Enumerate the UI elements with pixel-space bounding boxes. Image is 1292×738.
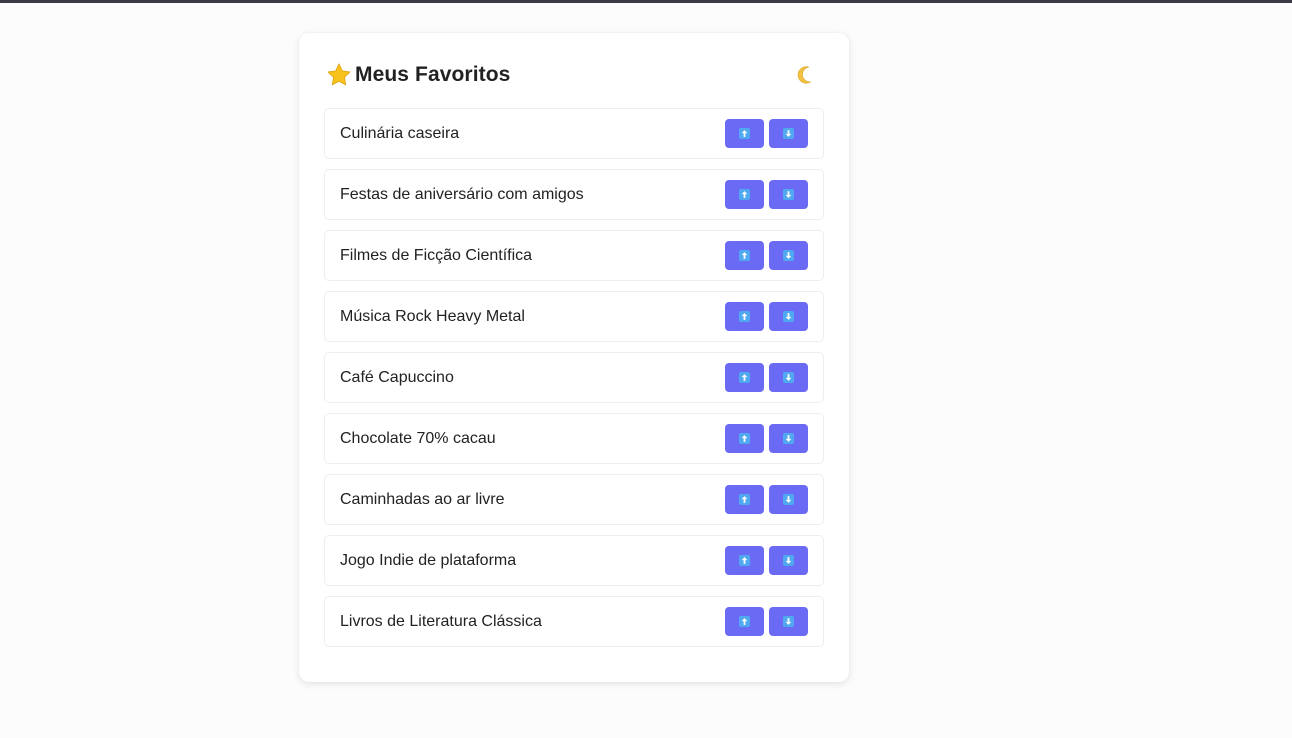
card-header: Meus Favoritos [324, 61, 824, 89]
list-item: Livros de Literatura Clássica [324, 596, 824, 647]
top-border [0, 0, 1292, 3]
item-label: Filmes de Ficção Científica [340, 246, 533, 264]
move-down-button[interactable] [769, 241, 808, 270]
item-controls [725, 546, 808, 575]
move-down-button[interactable] [769, 485, 808, 514]
move-down-button[interactable] [769, 424, 808, 453]
list-item: Café Capuccino [324, 352, 824, 403]
star-icon [326, 62, 352, 88]
item-label: Chocolate 70% cacau [340, 429, 496, 447]
theme-toggle-button[interactable] [790, 62, 816, 88]
item-controls [725, 485, 808, 514]
item-controls [725, 119, 808, 148]
arrow-down-icon [783, 616, 794, 627]
page-title: Meus Favoritos [355, 63, 511, 86]
move-up-button[interactable] [725, 546, 764, 575]
arrow-down-icon [783, 494, 794, 505]
arrow-down-icon [783, 372, 794, 383]
list-item: Música Rock Heavy Metal [324, 291, 824, 342]
item-label: Culinária caseira [340, 124, 460, 142]
arrow-down-icon [783, 555, 794, 566]
move-up-button[interactable] [725, 180, 764, 209]
favorites-list: Culinária caseira Festas de aniversário … [324, 108, 824, 657]
move-down-button[interactable] [769, 302, 808, 331]
item-controls [725, 180, 808, 209]
move-down-button[interactable] [769, 119, 808, 148]
item-label: Jogo Indie de plataforma [340, 551, 517, 569]
list-item: Culinária caseira [324, 108, 824, 159]
arrow-up-icon [739, 189, 750, 200]
item-controls [725, 241, 808, 270]
item-label: Café Capuccino [340, 368, 454, 386]
move-up-button[interactable] [725, 424, 764, 453]
move-down-button[interactable] [769, 546, 808, 575]
list-item: Jogo Indie de plataforma [324, 535, 824, 586]
move-up-button[interactable] [725, 119, 764, 148]
arrow-up-icon [739, 250, 750, 261]
item-controls [725, 607, 808, 636]
title-wrap: Meus Favoritos [324, 62, 510, 88]
arrow-down-icon [783, 433, 794, 444]
moon-icon [792, 64, 814, 86]
arrow-up-icon [739, 433, 750, 444]
arrow-down-icon [783, 311, 794, 322]
move-up-button[interactable] [725, 241, 764, 270]
item-controls [725, 363, 808, 392]
item-label: Música Rock Heavy Metal [340, 307, 525, 325]
move-down-button[interactable] [769, 180, 808, 209]
item-label: Festas de aniversário com amigos [340, 185, 584, 203]
move-down-button[interactable] [769, 363, 808, 392]
move-down-button[interactable] [769, 607, 808, 636]
item-label: Livros de Literatura Clássica [340, 612, 542, 630]
list-item: Caminhadas ao ar livre [324, 474, 824, 525]
list-item: Chocolate 70% cacau [324, 413, 824, 464]
item-controls [725, 424, 808, 453]
move-up-button[interactable] [725, 485, 764, 514]
arrow-up-icon [739, 372, 750, 383]
move-up-button[interactable] [725, 302, 764, 331]
arrow-up-icon [739, 311, 750, 322]
move-up-button[interactable] [725, 607, 764, 636]
list-item: Festas de aniversário com amigos [324, 169, 824, 220]
arrow-up-icon [739, 555, 750, 566]
list-item: Filmes de Ficção Científica [324, 230, 824, 281]
arrow-down-icon [783, 128, 794, 139]
move-up-button[interactable] [725, 363, 764, 392]
favorites-card: Meus Favoritos Culinária caseira Festas … [299, 33, 849, 682]
arrow-up-icon [739, 128, 750, 139]
arrow-down-icon [783, 250, 794, 261]
item-label: Caminhadas ao ar livre [340, 490, 505, 508]
item-controls [725, 302, 808, 331]
arrow-down-icon [783, 189, 794, 200]
arrow-up-icon [739, 494, 750, 505]
arrow-up-icon [739, 616, 750, 627]
